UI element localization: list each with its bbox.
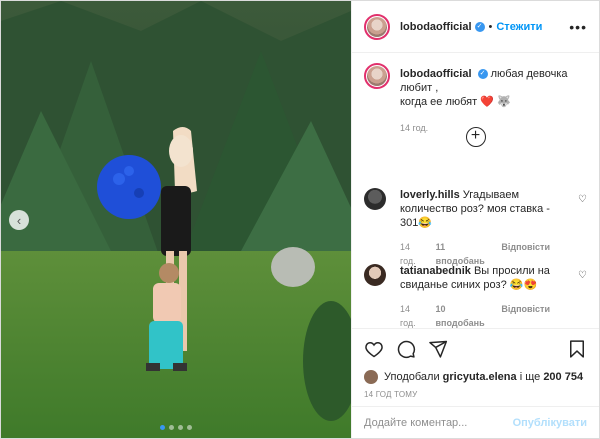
carousel-dot — [178, 425, 183, 430]
verified-icon: ✓ — [474, 21, 485, 32]
carousel-dots — [1, 425, 351, 430]
caption: lobodaofficial ✓ любая девочка любит , к… — [364, 63, 587, 135]
verified-icon: ✓ — [477, 69, 488, 80]
heart-icon[interactable] — [364, 339, 384, 359]
caption-username[interactable]: lobodaofficial — [400, 68, 472, 80]
avatar[interactable] — [364, 370, 378, 384]
share-icon[interactable] — [428, 339, 448, 359]
publish-button[interactable]: Опублікувати — [513, 417, 587, 429]
comment-heart-icon[interactable]: ♡ — [578, 194, 587, 205]
comment-icon[interactable] — [396, 339, 416, 359]
post-header: lobodaofficial ✓ • Стежити ••• — [352, 1, 599, 53]
comment-time: 14 год. — [400, 304, 416, 328]
comment-likes[interactable]: 10 вподобань — [436, 302, 492, 328]
header-separator: • — [488, 20, 493, 33]
likes-count[interactable]: 200 754 — [543, 371, 583, 383]
likes-summary: Уподобали gricyuta.elena і ще 200 754 — [352, 368, 599, 386]
photo-image — [1, 1, 351, 438]
avatar[interactable] — [364, 13, 390, 40]
carousel-dot — [169, 425, 174, 430]
carousel-dot — [187, 425, 192, 430]
posted-time: 14 ГОД ТОМУ — [364, 390, 418, 399]
load-more-comments: + — [352, 127, 599, 147]
follow-button[interactable]: Стежити — [496, 21, 542, 33]
comment-item: tatianabednik Вы просили на свиданье син… — [364, 264, 587, 328]
chevron-left-icon: ‹ — [16, 212, 22, 228]
header-username[interactable]: lobodaofficial — [400, 21, 472, 33]
reply-button[interactable]: Відповісти — [501, 302, 550, 328]
more-options-icon[interactable]: ••• — [569, 19, 587, 35]
likes-user[interactable]: gricyuta.elena — [443, 371, 517, 383]
action-bar — [352, 328, 599, 368]
plus-circle-icon[interactable]: + — [465, 127, 486, 147]
likes-middle: і ще — [519, 371, 541, 383]
carousel-prev-button[interactable]: ‹ — [9, 210, 29, 230]
post-modal: ‹ lobodaofficial ✓ • Стежити ••• lobodao… — [0, 0, 600, 439]
bookmark-icon[interactable] — [567, 339, 587, 359]
avatar[interactable] — [364, 188, 386, 210]
carousel-dot — [160, 425, 165, 430]
avatar[interactable] — [364, 63, 390, 89]
comment-item: loverly.hills Угадываем количество роз? … — [364, 188, 587, 268]
avatar[interactable] — [364, 264, 386, 286]
comment-heart-icon[interactable]: ♡ — [578, 270, 587, 281]
comment-input[interactable] — [364, 416, 504, 429]
comments-section: lobodaofficial ✓ любая девочка любит , к… — [352, 53, 599, 328]
post-photo[interactable]: ‹ — [1, 1, 351, 438]
comment-username[interactable]: tatianabednik — [400, 265, 471, 277]
comment-username[interactable]: loverly.hills — [400, 189, 460, 201]
likes-prefix: Уподобали — [384, 371, 440, 383]
post-sidebar: lobodaofficial ✓ • Стежити ••• lobodaoff… — [351, 1, 599, 438]
add-comment-bar: Опублікувати — [352, 406, 599, 438]
